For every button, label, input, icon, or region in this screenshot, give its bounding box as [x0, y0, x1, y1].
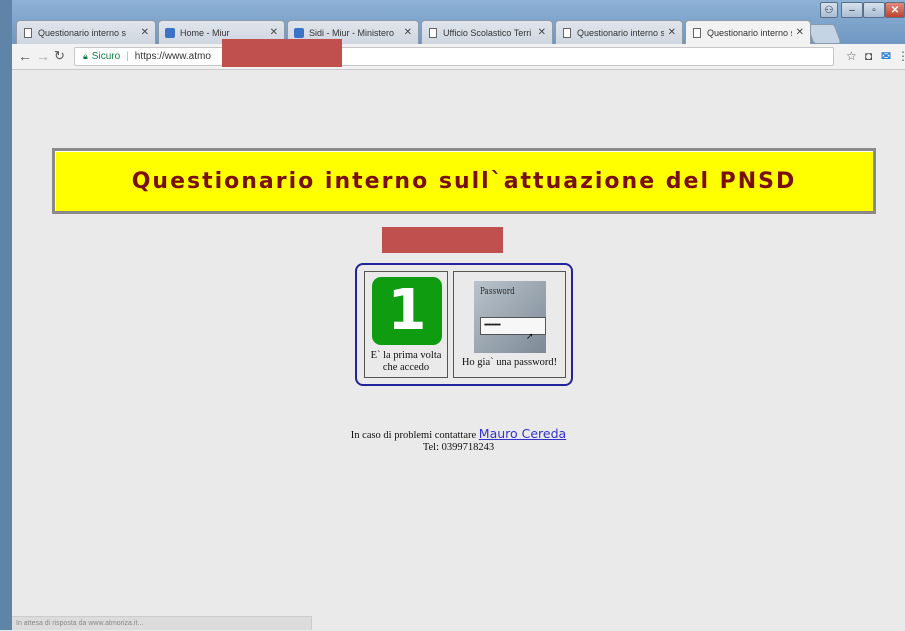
page-title: Questionario interno sull`attuazione del… [131, 168, 797, 194]
window-close-button[interactable]: ✕ [885, 2, 905, 18]
minimize-button[interactable]: – [841, 2, 863, 18]
close-icon[interactable]: ✕ [404, 27, 412, 38]
extension-icon[interactable]: ✉ [881, 49, 891, 63]
close-icon[interactable]: ✕ [141, 27, 149, 38]
contact-link[interactable]: Mauro Cereda [479, 426, 566, 441]
contact-phone: Tel: 0399718243 [422, 442, 495, 453]
miur-icon [165, 27, 175, 38]
redaction-box [222, 39, 342, 67]
document-icon [428, 27, 438, 38]
close-icon[interactable]: ✕ [270, 27, 278, 38]
tab-ufficio-scolastico[interactable]: Ufficio Scolastico Terri ✕ [421, 20, 553, 44]
tab-label: Ufficio Scolastico Terri [443, 27, 532, 38]
tab-label: Questionario interno s [707, 27, 792, 38]
tab-label: Questionario interno s [577, 27, 664, 38]
browser-window: Questionario interno s ✕ Home - Miur ✕ S… [12, 0, 905, 630]
camera-icon[interactable]: ◘ [865, 49, 872, 63]
number-one-icon[interactable]: 1 [372, 277, 442, 345]
tab-label: Sidi - Miur - Ministero [309, 27, 395, 38]
tab-strip: Questionario interno s ✕ Home - Miur ✕ S… [12, 0, 905, 44]
separator: | [126, 51, 129, 62]
maximize-button[interactable]: ▫ [863, 2, 885, 18]
password-icon[interactable]: Password ••••••••••• ➚ [474, 281, 546, 353]
first-access-label[interactable]: E` la prima volta che accedo [365, 350, 447, 374]
profile-icon[interactable]: ⚇ [820, 2, 838, 18]
menu-icon[interactable]: ⋮ [897, 49, 905, 63]
access-choice-panel: 1 E` la prima volta che accedo Password •… [355, 263, 573, 386]
tab-questionario-1[interactable]: Questionario interno s ✕ [16, 20, 156, 44]
tab-questionario-active[interactable]: Questionario interno s ✕ [685, 20, 811, 44]
contact-prefix: In caso di problemi contattare [350, 430, 477, 441]
star-icon[interactable]: ☆ [846, 49, 857, 63]
title-banner: Questionario interno sull`attuazione del… [52, 148, 876, 214]
reload-icon[interactable]: ↻ [54, 48, 65, 64]
page-content: Questionario interno sull`attuazione del… [12, 70, 905, 630]
password-option[interactable]: Password ••••••••••• ➚ Ho gia` una passw… [453, 271, 566, 378]
first-access-option[interactable]: 1 E` la prima volta che accedo [364, 271, 448, 378]
document-icon [562, 27, 572, 38]
document-icon [692, 27, 702, 38]
status-bar: In attesa di risposta da www.atmoriza.it… [12, 616, 312, 630]
back-arrow-icon[interactable]: ← [18, 48, 32, 64]
desktop-edge [0, 0, 12, 630]
address-bar[interactable]: 🔒︎ Sicuro | https://www.atmo [74, 47, 834, 66]
forward-arrow-icon[interactable]: → [36, 48, 50, 64]
redaction-box [382, 227, 503, 253]
secure-label: Sicuro [91, 51, 121, 62]
lock-icon: 🔒︎ [83, 51, 88, 61]
close-icon[interactable]: ✕ [668, 27, 676, 38]
close-icon[interactable]: ✕ [796, 27, 804, 38]
tab-label: Questionario interno s [38, 27, 127, 38]
tab-label: Home - Miur [180, 27, 230, 38]
url-text: https://www.atmo [134, 51, 211, 62]
tab-questionario-2[interactable]: Questionario interno s ✕ [555, 20, 683, 44]
miur-icon [294, 27, 304, 38]
close-icon[interactable]: ✕ [538, 27, 546, 38]
new-tab-button[interactable] [806, 24, 842, 44]
browser-toolbar: ← → ↻ 🔒︎ Sicuro | https://www.atmo ☆ ◘ ✉… [12, 44, 905, 70]
document-icon [23, 27, 33, 38]
contact-info: In caso di problemi contattare Mauro Cer… [12, 426, 905, 454]
password-label[interactable]: Ho gia` una password! [454, 357, 565, 369]
